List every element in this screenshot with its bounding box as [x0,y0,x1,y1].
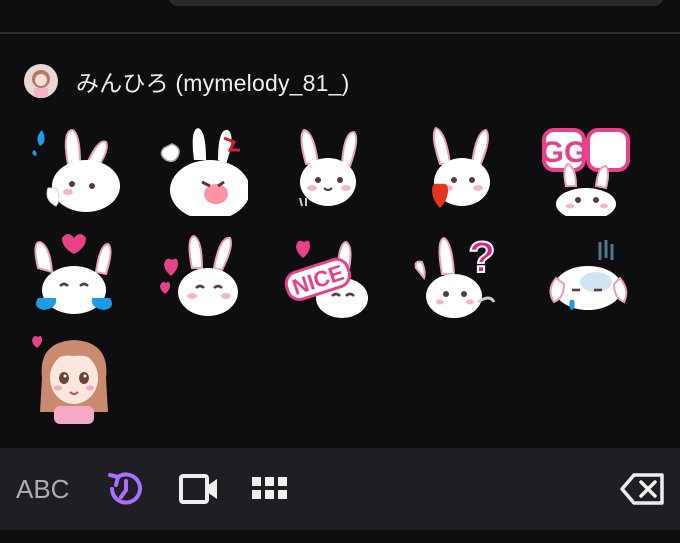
bottom-strip [0,530,680,543]
channel-avatar [24,64,58,98]
keyboard-toolbar [0,448,680,530]
apps-grid-icon[interactable] [251,476,289,507]
channel-name: みんひろ (mymelody_81_) [76,70,350,96]
emote-bunny-heart[interactable] [412,124,504,216]
emote-bunny-cry[interactable] [28,228,120,320]
gif-video-icon[interactable] [178,470,220,513]
emote-bunny-angry[interactable] [156,124,248,216]
emote-bunny-question[interactable]: ? [412,228,504,320]
emote-bunny-blush[interactable] [284,124,376,216]
gg-letter-1: GG [541,136,588,169]
emote-bunny-love[interactable] [156,228,248,320]
divider [0,32,680,34]
channel-header: みんひろ (mymelody_81_) [24,62,349,100]
question-mark: ? [469,233,496,282]
emote-bunny-nice[interactable]: NICE [284,228,376,320]
recent-icon[interactable] [104,467,148,516]
emote-bunny-gg[interactable]: GG [540,124,632,216]
search-field-edge[interactable] [168,0,664,6]
emote-bunny-gloom[interactable] [540,228,632,320]
emote-girl-heart[interactable] [28,332,120,424]
emote-bunny-sweat[interactable] [28,124,120,216]
abc-keyboard-button[interactable]: ABC [16,474,69,505]
backspace-icon[interactable] [620,472,666,511]
